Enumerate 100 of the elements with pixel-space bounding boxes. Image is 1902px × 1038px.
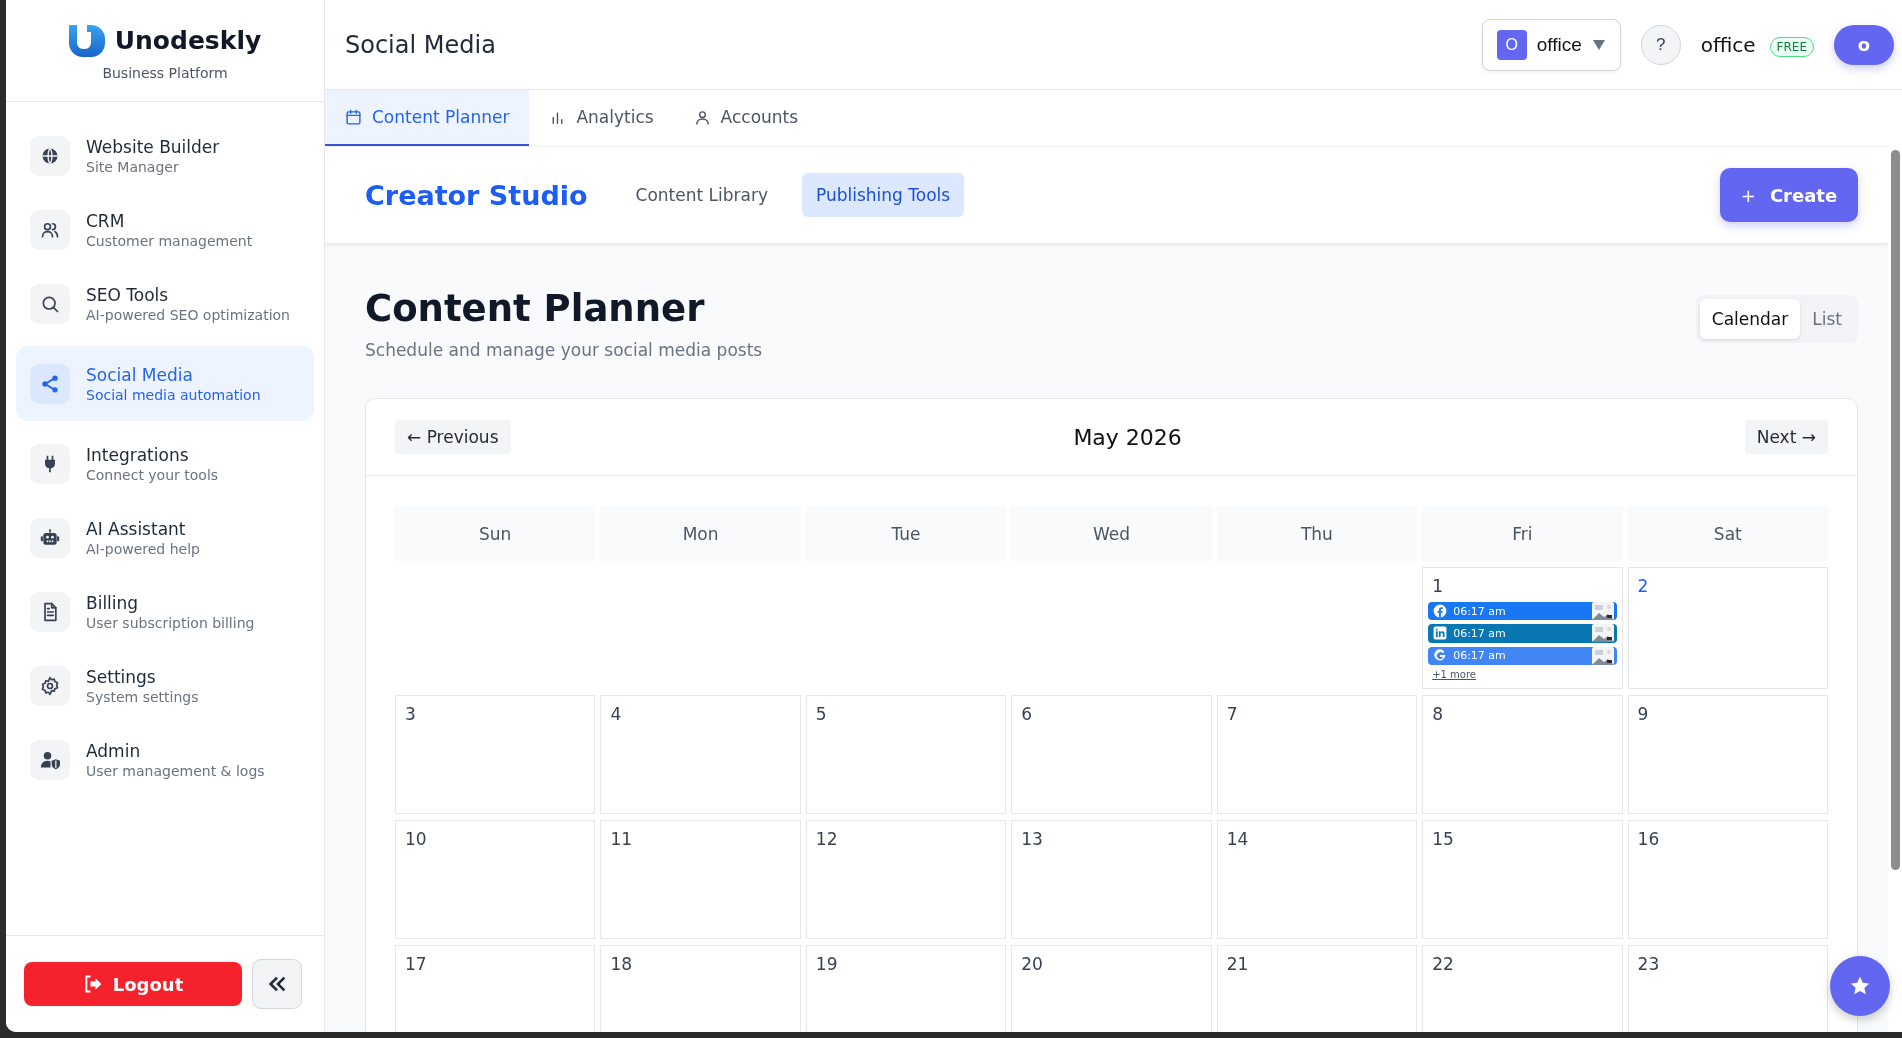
day-number: 13 — [1020, 829, 1043, 849]
day-cell[interactable]: 16 — [1627, 820, 1828, 939]
studio-nav-link[interactable]: Publishing Tools — [802, 173, 965, 217]
sidebar-item[interactable]: Website Builder Site Manager — [16, 124, 314, 187]
logout-button[interactable]: Logout — [24, 962, 242, 1006]
weekday-header: Sat — [1627, 506, 1828, 561]
logo-tagline: Business Platform — [102, 64, 228, 81]
sidebar-item[interactable]: Social Media Social media automation — [16, 346, 314, 421]
day-number: 7 — [1225, 704, 1238, 724]
day-cell[interactable]: 2 — [1627, 567, 1828, 689]
view-toggle[interactable]: Calendar — [1699, 299, 1801, 339]
google-icon — [1433, 648, 1448, 663]
globe-icon — [40, 145, 60, 166]
settings-icon — [40, 675, 60, 696]
day-cell[interactable]: 15 — [1422, 820, 1623, 939]
weekday-header: Fri — [1422, 506, 1623, 561]
tab[interactable]: Content Planner — [325, 90, 530, 146]
studio-title: Creator Studio — [365, 179, 588, 211]
person-icon — [693, 108, 711, 126]
logo-text: Unodeskly — [114, 26, 262, 55]
tab[interactable]: Accounts — [673, 90, 819, 146]
post-chip[interactable]: 06:17 am — [1428, 602, 1617, 621]
day-number: 5 — [814, 704, 827, 724]
day-number: 8 — [1431, 704, 1443, 724]
robot-icon — [40, 527, 60, 548]
day-cell[interactable]: 4 — [600, 695, 801, 814]
day-cell[interactable]: 11 — [600, 820, 801, 939]
sidebar-item[interactable]: Integrations Connect your tools — [16, 432, 314, 495]
sidebar-item[interactable]: Billing User subscription billing — [16, 580, 314, 643]
weekday-header: Mon — [600, 506, 801, 561]
page-title: Social Media — [345, 30, 496, 59]
day-cell[interactable]: 7 — [1216, 695, 1418, 814]
workspace-selector[interactable]: O office — [1481, 18, 1621, 71]
weekday-header: Tue — [805, 506, 1007, 561]
more-link[interactable]: +1 more — [1428, 669, 1476, 680]
day-cell[interactable]: 12 — [805, 820, 1007, 939]
post-chip[interactable]: 06:17 am — [1428, 646, 1617, 665]
workspace-name: office — [1536, 33, 1582, 56]
day-number: 20 — [1020, 954, 1043, 974]
day-cell[interactable]: 18 — [600, 945, 801, 1032]
studio-nav-link[interactable]: Content Library — [621, 173, 782, 217]
help-button[interactable]: ? — [1640, 24, 1681, 65]
next-button[interactable]: Next → — [1744, 420, 1828, 454]
day-cell[interactable]: 6 — [1011, 695, 1212, 814]
day-cell[interactable]: 14 — [1216, 820, 1418, 939]
day-number: 15 — [1431, 829, 1454, 849]
day-number: 14 — [1225, 829, 1249, 849]
logo-icon — [68, 24, 105, 57]
day-number: 22 — [1431, 954, 1454, 974]
calendar-icon — [345, 108, 362, 126]
day-cell[interactable]: 22 — [1422, 945, 1623, 1032]
day-number: 10 — [404, 829, 427, 849]
day-cell[interactable]: 17 — [395, 945, 596, 1032]
sidebar-item[interactable]: AI Assistant AI-powered help — [16, 506, 314, 569]
sidebar-item[interactable]: SEO Tools AI-powered SEO optimization — [16, 272, 314, 335]
create-button[interactable]: + Create — [1720, 168, 1858, 222]
sidebar-item[interactable]: Settings System settings — [16, 654, 314, 717]
post-chip[interactable]: 06:17 am — [1428, 624, 1617, 643]
day-number: 3 — [404, 704, 416, 724]
tab[interactable]: Analytics — [529, 90, 674, 146]
share-icon — [40, 373, 60, 394]
day-number: 21 — [1225, 954, 1249, 974]
day-cell[interactable]: 5 — [805, 695, 1007, 814]
day-number: 4 — [609, 704, 622, 724]
day-cell[interactable]: 1 06:17 am 06:17 am 06:17 am +1 more — [1422, 567, 1623, 689]
weekday-header: Thu — [1216, 506, 1418, 561]
day-number: 18 — [609, 954, 633, 974]
day-cell[interactable]: 10 — [395, 820, 596, 939]
workspace-avatar: O — [1496, 29, 1527, 60]
user-avatar-button[interactable]: o — [1834, 24, 1894, 65]
scrollbar[interactable] — [1888, 90, 1902, 1032]
day-cell[interactable]: 20 — [1011, 945, 1212, 1032]
day-number: 17 — [404, 954, 427, 974]
day-number: 11 — [609, 829, 633, 849]
user-shield-icon — [40, 749, 60, 770]
day-cell[interactable]: 19 — [805, 945, 1007, 1032]
day-cell[interactable]: 9 — [1627, 695, 1828, 814]
user-name: office — [1700, 32, 1756, 57]
sidebar-item[interactable]: Admin User management & logs — [16, 728, 314, 791]
day-cell[interactable]: 23 — [1627, 945, 1828, 1032]
view-toggle[interactable]: List — [1800, 299, 1854, 339]
plan-badge: FREE — [1769, 36, 1814, 57]
sidebar-item[interactable]: CRM Customer management — [16, 198, 314, 261]
day-number: 16 — [1636, 829, 1660, 849]
linkedin-icon — [1433, 626, 1448, 641]
day-number: 19 — [814, 954, 838, 974]
facebook-icon — [1433, 604, 1448, 619]
planner-subtitle: Schedule and manage your social media posts — [365, 340, 763, 360]
day-cell[interactable]: 8 — [1422, 695, 1623, 814]
day-number: 2 — [1636, 576, 1649, 596]
logout-icon — [82, 974, 103, 994]
day-cell[interactable]: 3 — [395, 695, 596, 814]
previous-button[interactable]: ← Previous — [395, 420, 511, 454]
weekday-header: Wed — [1011, 506, 1212, 561]
collapse-button[interactable] — [252, 959, 302, 1009]
day-cell[interactable]: 21 — [1216, 945, 1418, 1032]
day-number: 6 — [1020, 704, 1033, 724]
day-cell[interactable]: 13 — [1011, 820, 1212, 939]
dropdown-caret-icon — [1591, 38, 1606, 51]
star-icon — [1849, 975, 1871, 997]
